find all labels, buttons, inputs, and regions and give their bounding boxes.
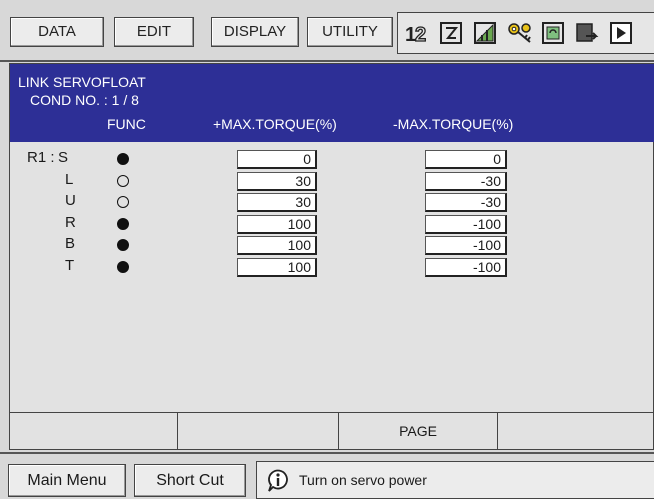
col-header-plus-max-torque: +MAX.TORQUE(%)	[213, 116, 337, 132]
cycle-icon	[540, 20, 566, 46]
axis-row: R 100 -100	[10, 214, 654, 236]
page-button[interactable]: PAGE	[339, 413, 498, 450]
plus-max-torque-field[interactable]: 0	[237, 150, 317, 169]
axis-label: R	[65, 213, 76, 231]
col-header-minus-max-torque: -MAX.TORQUE(%)	[393, 116, 514, 132]
minus-max-torque-field[interactable]: -100	[425, 214, 507, 234]
axis-label: B	[65, 235, 76, 252]
main-menu-button[interactable]: Main Menu	[8, 464, 126, 497]
plus-max-torque-field[interactable]: 100	[237, 257, 317, 277]
plus-max-torque-field[interactable]: 100	[237, 236, 317, 255]
servofloat-panel: LINK SERVOFLOAT COND NO. : 1 / 8 FUNC +M…	[9, 63, 654, 450]
axis-label: S	[58, 149, 69, 166]
pendant-screen: DATA EDIT DISPLAY UTILITY 1 2 LINK SERVO…	[0, 0, 654, 499]
status-message: Turn on servo power	[299, 472, 427, 488]
function-key-4[interactable]	[498, 413, 654, 450]
func-on-indicator[interactable]	[117, 153, 129, 165]
axis-row: R1 :S 0 0	[10, 149, 654, 171]
top-menu-bar: DATA EDIT DISPLAY UTILITY 1 2	[0, 0, 654, 62]
bottom-bar: Main Menu Short Cut Turn on servo power	[0, 452, 654, 499]
func-on-indicator[interactable]	[117, 260, 129, 273]
col-header-func: FUNC	[107, 116, 146, 132]
func-off-indicator[interactable]	[117, 174, 129, 187]
signal-icon	[472, 20, 498, 46]
function-key-1[interactable]	[9, 413, 178, 450]
menu-utility-button[interactable]: UTILITY	[307, 17, 393, 47]
panel-header: LINK SERVOFLOAT COND NO. : 1 / 8 FUNC +M…	[10, 64, 654, 142]
menu-edit-button[interactable]: EDIT	[114, 17, 194, 47]
robot-group-label: R1 :	[27, 149, 55, 166]
menu-display-button[interactable]: DISPLAY	[211, 17, 299, 47]
func-on-indicator[interactable]	[117, 217, 129, 230]
panel-title: LINK SERVOFLOAT	[18, 74, 146, 90]
minus-max-torque-field[interactable]: -30	[425, 171, 507, 191]
axis-label: T	[65, 256, 75, 274]
axis-row: L 30 -30	[10, 171, 654, 193]
status-icon-bar: 1 2	[397, 12, 654, 54]
axis-label: U	[65, 192, 76, 209]
plus-max-torque-field[interactable]: 100	[237, 214, 317, 234]
edit-mode-icon	[438, 20, 464, 46]
condition-number: COND NO. : 1 / 8	[30, 92, 139, 108]
function-key-row: PAGE	[9, 412, 654, 450]
menu-data-button[interactable]: DATA	[10, 17, 104, 47]
minus-max-torque-field[interactable]: 0	[425, 150, 507, 169]
message-area: Turn on servo power	[256, 461, 654, 499]
minus-max-torque-field[interactable]: -100	[425, 236, 507, 255]
plus-max-torque-field[interactable]: 30	[237, 193, 317, 212]
axis-label: L	[65, 170, 74, 188]
short-cut-button[interactable]: Short Cut	[134, 464, 246, 497]
svg-text:2: 2	[415, 24, 426, 46]
axis-order-icon: 1 2	[404, 20, 430, 46]
info-icon	[265, 467, 291, 498]
func-off-indicator[interactable]	[117, 196, 129, 208]
key-icon	[506, 20, 532, 46]
output-icon	[574, 20, 600, 46]
minus-max-torque-field[interactable]: -30	[425, 193, 507, 212]
plus-max-torque-field[interactable]: 30	[237, 171, 317, 191]
axis-row: B 100 -100	[10, 235, 654, 257]
function-key-2[interactable]	[178, 413, 339, 450]
func-on-indicator[interactable]	[117, 239, 129, 251]
minus-max-torque-field[interactable]: -100	[425, 257, 507, 277]
play-icon	[608, 20, 634, 46]
axis-row: U 30 -30	[10, 192, 654, 214]
axis-row: T 100 -100	[10, 257, 654, 279]
